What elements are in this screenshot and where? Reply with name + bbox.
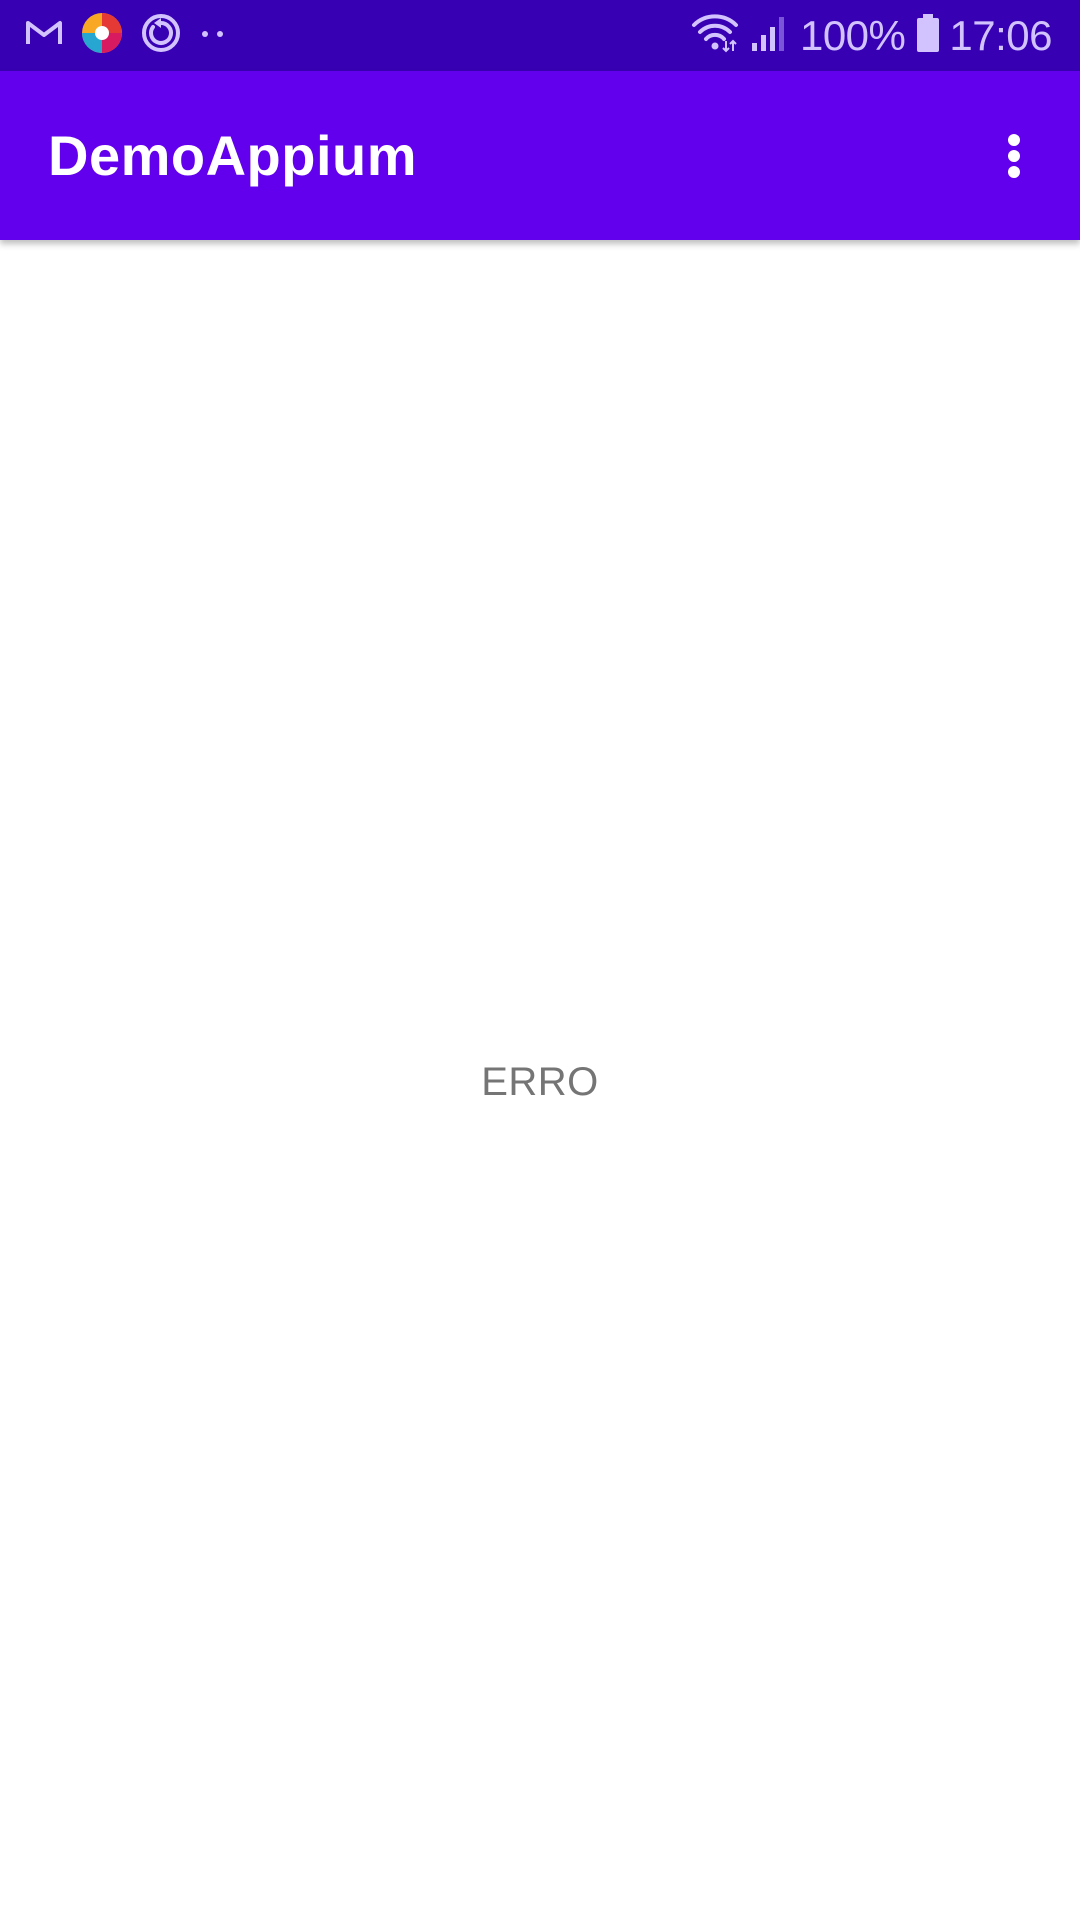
wifi-icon bbox=[690, 13, 740, 58]
status-bar-left bbox=[24, 11, 244, 60]
signal-icon bbox=[750, 13, 790, 58]
app-bar: DemoAppium bbox=[0, 71, 1080, 240]
status-bar-right: 100% 17:06 bbox=[680, 12, 1052, 60]
error-message: ERRO bbox=[481, 1060, 599, 1104]
battery-icon bbox=[915, 13, 941, 58]
status-time: 17:06 bbox=[949, 11, 1052, 59]
more-vert-icon bbox=[1008, 130, 1020, 182]
more-notifications-icon bbox=[198, 27, 228, 45]
gmail-icon bbox=[24, 18, 64, 53]
sync-icon bbox=[140, 12, 182, 59]
more-options-button[interactable] bbox=[984, 111, 1044, 201]
battery-percentage: 100% bbox=[799, 11, 906, 59]
app-title: DemoAppium bbox=[48, 124, 417, 187]
main-content: ERRO bbox=[0, 240, 1080, 1920]
status-bar: 100% 17:06 bbox=[0, 0, 1080, 71]
photos-icon bbox=[80, 11, 124, 60]
